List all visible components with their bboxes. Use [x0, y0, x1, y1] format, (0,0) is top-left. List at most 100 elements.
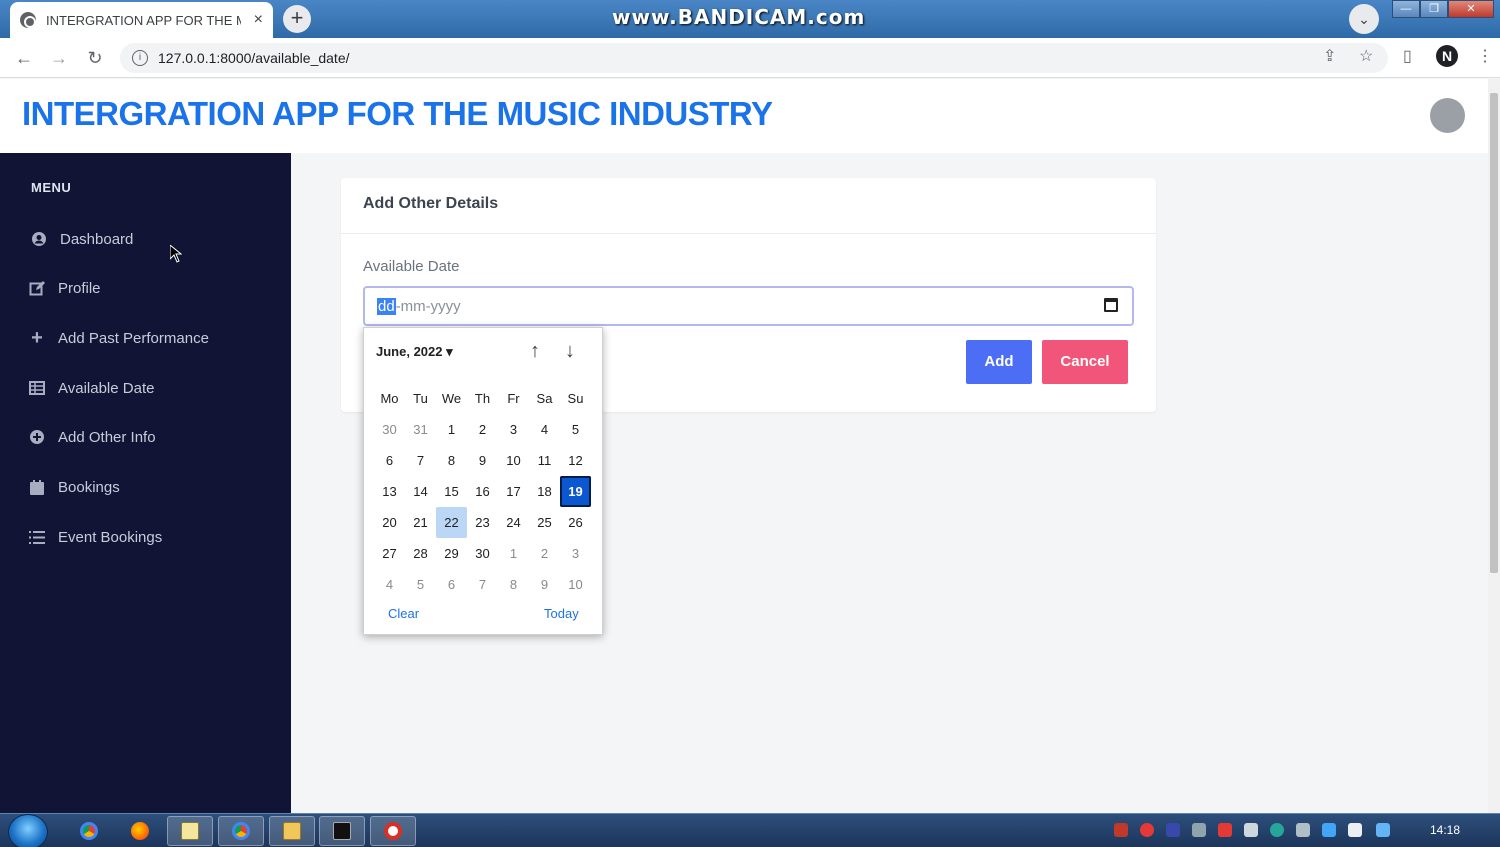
- browser-menu-icon[interactable]: ⋮: [1477, 46, 1493, 66]
- add-button[interactable]: Add: [966, 340, 1032, 384]
- calendar-day-selected[interactable]: 19: [560, 476, 591, 507]
- today-link[interactable]: Today: [544, 606, 579, 621]
- calendar-day[interactable]: 5: [560, 414, 591, 445]
- calendar-day[interactable]: 17: [498, 476, 529, 507]
- calendar-day[interactable]: 26: [560, 507, 591, 538]
- taskbar-chrome-active-icon[interactable]: [218, 816, 264, 846]
- taskbar-clock[interactable]: 14:18: [1430, 823, 1460, 837]
- sidebar-item-add-other-info[interactable]: Add Other Info: [28, 428, 156, 446]
- calendar-day[interactable]: 10: [498, 445, 529, 476]
- calendar-day[interactable]: 13: [374, 476, 405, 507]
- calendar-day[interactable]: 6: [436, 569, 467, 600]
- calendar-day[interactable]: 3: [560, 538, 591, 569]
- calendar-day[interactable]: 2: [529, 538, 560, 569]
- calendar-day[interactable]: 30: [374, 414, 405, 445]
- tab-close-icon[interactable]: ×: [254, 11, 263, 29]
- calendar-day[interactable]: 7: [405, 445, 436, 476]
- calendar-day[interactable]: 25: [529, 507, 560, 538]
- share-icon[interactable]: ⇪: [1323, 46, 1336, 66]
- restore-icon[interactable]: ❐: [1420, 0, 1448, 18]
- taskbar-notepad-icon[interactable]: [167, 816, 213, 846]
- month-year-dropdown[interactable]: June, 2022 ▾: [376, 344, 453, 360]
- calendar-day[interactable]: 15: [436, 476, 467, 507]
- calendar-day[interactable]: 9: [467, 445, 498, 476]
- start-button-icon[interactable]: [8, 814, 48, 847]
- sidebar-item-available-date[interactable]: Available Date: [28, 379, 154, 397]
- available-date-input[interactable]: dd -mm-yyyy: [363, 286, 1134, 326]
- forward-arrow-icon[interactable]: →: [47, 46, 71, 70]
- calendar-day[interactable]: 27: [374, 538, 405, 569]
- date-rest-segment[interactable]: -mm-yyyy: [396, 298, 461, 315]
- calendar-day[interactable]: 29: [436, 538, 467, 569]
- calendar-day[interactable]: 31: [405, 414, 436, 445]
- tray-flag-icon[interactable]: [1348, 823, 1362, 837]
- new-tab-button[interactable]: +: [283, 5, 311, 33]
- taskbar-explorer-icon[interactable]: [269, 816, 315, 846]
- calendar-day[interactable]: 24: [498, 507, 529, 538]
- browser-profile-icon[interactable]: N: [1436, 45, 1458, 67]
- calendar-day[interactable]: 4: [529, 414, 560, 445]
- calendar-day[interactable]: 21: [405, 507, 436, 538]
- tray-record-icon[interactable]: [1140, 823, 1154, 837]
- tray-app-icon[interactable]: [1166, 823, 1180, 837]
- tray-bluetooth-icon[interactable]: [1322, 823, 1336, 837]
- next-month-arrow-icon[interactable]: ↓: [565, 340, 575, 363]
- sidebar-item-event-bookings[interactable]: Event Bookings: [28, 528, 162, 546]
- calendar-day[interactable]: 3: [498, 414, 529, 445]
- calendar-day[interactable]: 9: [529, 569, 560, 600]
- calendar-day[interactable]: 14: [405, 476, 436, 507]
- tray-search-icon[interactable]: [1270, 823, 1284, 837]
- close-window-icon[interactable]: ✕: [1448, 0, 1494, 18]
- calendar-day-hovered[interactable]: 22: [436, 507, 467, 538]
- back-arrow-icon[interactable]: ←: [12, 46, 36, 70]
- calendar-day[interactable]: 6: [374, 445, 405, 476]
- calendar-day[interactable]: 11: [529, 445, 560, 476]
- sidebar-item-dashboard[interactable]: Dashboard: [30, 230, 133, 248]
- calendar-day[interactable]: 2: [467, 414, 498, 445]
- tab-search-icon[interactable]: ⌄: [1349, 4, 1379, 34]
- calendar-day[interactable]: 1: [436, 414, 467, 445]
- tray-network-icon[interactable]: [1192, 823, 1206, 837]
- reload-icon[interactable]: ↻: [83, 46, 107, 70]
- taskbar-bandicam-icon[interactable]: [370, 816, 416, 846]
- clear-date-link[interactable]: Clear: [388, 606, 419, 621]
- tray-security-icon[interactable]: [1218, 823, 1232, 837]
- page-scrollbar[interactable]: [1488, 79, 1500, 813]
- calendar-day[interactable]: 5: [405, 569, 436, 600]
- tray-volume-icon[interactable]: [1244, 823, 1258, 837]
- tray-adobe-icon[interactable]: [1114, 823, 1128, 837]
- calendar-day[interactable]: 28: [405, 538, 436, 569]
- calendar-picker-icon[interactable]: [1104, 298, 1118, 312]
- taskbar-terminal-icon[interactable]: [319, 816, 365, 846]
- date-day-segment[interactable]: dd: [377, 297, 396, 315]
- calendar-day[interactable]: 10: [560, 569, 591, 600]
- calendar-day[interactable]: 30: [467, 538, 498, 569]
- calendar-day[interactable]: 8: [436, 445, 467, 476]
- calendar-day[interactable]: 18: [529, 476, 560, 507]
- avatar[interactable]: [1430, 98, 1465, 133]
- sidebar-item-add-past-performance[interactable]: + Add Past Performance: [28, 327, 209, 349]
- calendar-day[interactable]: 12: [560, 445, 591, 476]
- calendar-day[interactable]: 20: [374, 507, 405, 538]
- info-icon[interactable]: i: [132, 50, 148, 66]
- calendar-day[interactable]: 7: [467, 569, 498, 600]
- address-bar[interactable]: i 127.0.0.1:8000/available_date/: [120, 43, 1388, 73]
- scrollbar-thumb[interactable]: [1490, 93, 1498, 573]
- taskbar-firefox-icon[interactable]: [117, 816, 163, 846]
- calendar-day[interactable]: 8: [498, 569, 529, 600]
- calendar-day[interactable]: 1: [498, 538, 529, 569]
- sidebar-item-bookings[interactable]: Bookings: [28, 478, 120, 496]
- cancel-button[interactable]: Cancel: [1042, 340, 1128, 384]
- calendar-day[interactable]: 23: [467, 507, 498, 538]
- bookmark-star-icon[interactable]: ☆: [1359, 46, 1373, 66]
- browser-tab[interactable]: INTERGRATION APP FOR THE MUSIC INDUSTRY …: [10, 2, 273, 38]
- taskbar-chrome-icon[interactable]: [66, 816, 112, 846]
- calendar-day[interactable]: 16: [467, 476, 498, 507]
- minimize-icon[interactable]: —: [1392, 0, 1420, 18]
- previous-month-arrow-icon[interactable]: ↑: [530, 340, 540, 363]
- calendar-day[interactable]: 4: [374, 569, 405, 600]
- tray-display-icon[interactable]: [1376, 823, 1390, 837]
- sidebar-item-profile[interactable]: Profile: [28, 279, 101, 297]
- tray-signal-icon[interactable]: [1296, 823, 1310, 837]
- side-panel-icon[interactable]: ▯: [1403, 46, 1412, 66]
